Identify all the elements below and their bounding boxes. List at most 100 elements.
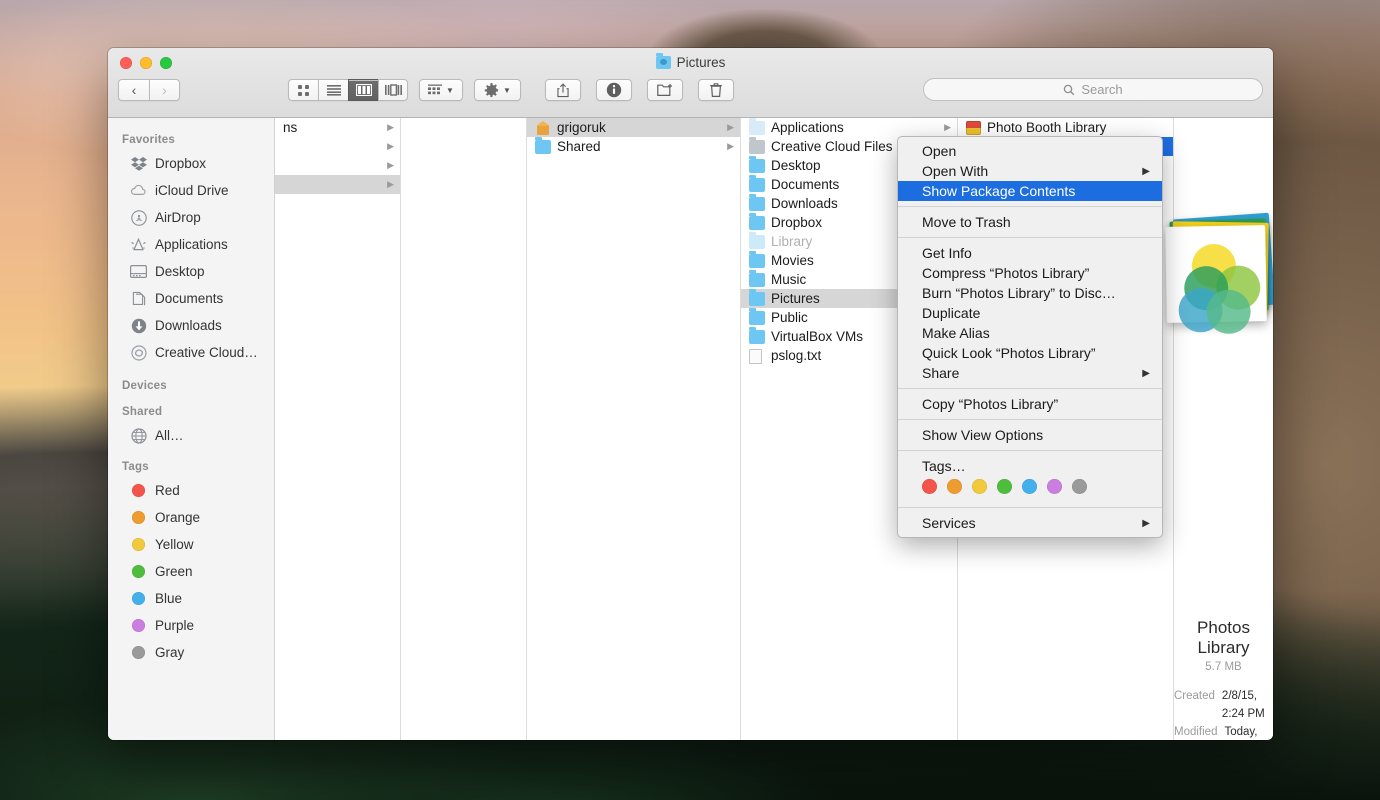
menu-item-services[interactable]: Services ▶ [898, 513, 1162, 533]
list-item[interactable]: Shared ▶ [527, 136, 740, 156]
menu-item-label: Quick Look “Photos Library” [922, 345, 1096, 361]
network-globe-icon [130, 427, 147, 444]
cover-flow-view-button[interactable] [378, 79, 408, 101]
menu-item-make-alias[interactable]: Make Alias [898, 323, 1162, 343]
list-view-button[interactable] [318, 79, 348, 101]
menu-item-share[interactable]: Share ▶ [898, 363, 1162, 383]
folder-icon [749, 193, 765, 211]
action-menu[interactable]: ▼ [474, 79, 521, 103]
list-item-label: Photo Booth Library [987, 120, 1107, 135]
gear-icon [484, 82, 499, 97]
delete-button[interactable] [698, 79, 734, 103]
browser-column-1[interactable] [401, 118, 527, 740]
arrange-menu[interactable]: ▼ [419, 79, 463, 101]
back-button[interactable]: ‹ [118, 79, 149, 101]
menu-item-duplicate[interactable]: Duplicate [898, 303, 1162, 323]
sidebar-item-all[interactable]: All… [108, 422, 274, 449]
tag-swatch-red[interactable] [922, 479, 937, 494]
folder-icon [749, 212, 765, 230]
menu-item-quick-look[interactable]: Quick Look “Photos Library” [898, 343, 1162, 363]
search-input[interactable]: Search [923, 78, 1263, 101]
sidebar-section-tags: Tags [122, 461, 149, 473]
folder-icon [535, 136, 551, 154]
menu-item-show-package-contents[interactable]: Show Package Contents [898, 181, 1162, 201]
folder-icon [749, 174, 765, 192]
forward-button[interactable]: › [149, 79, 180, 101]
menu-item-label: Tags… [922, 458, 966, 474]
sidebar-tag-orange[interactable]: Orange [108, 504, 274, 531]
tag-swatch-green[interactable] [997, 479, 1012, 494]
new-folder-button[interactable] [647, 79, 683, 102]
menu-item-show-view-options[interactable]: Show View Options [898, 425, 1162, 445]
list-item-label: grigoruk [557, 120, 606, 135]
sidebar-item-label: Green [155, 564, 193, 579]
sidebar-tag-yellow[interactable]: Yellow [108, 531, 274, 558]
browser-column-2[interactable]: grigoruk ▶ Shared ▶ [527, 118, 741, 740]
sidebar-item-dropbox[interactable]: Dropbox [108, 150, 274, 177]
menu-separator [898, 419, 1162, 420]
browser-column-0[interactable]: ns ▶ ▶ ▶ ▶ [275, 118, 401, 740]
list-item-selected[interactable]: ▶ [275, 175, 400, 194]
submenu-arrow-icon: ▶ [1142, 517, 1150, 529]
sidebar-item-label: Blue [155, 591, 183, 606]
metadata-row: Modified Today, 10:57 AM [1174, 723, 1265, 740]
get-info-button[interactable] [596, 79, 632, 103]
menu-separator [898, 450, 1162, 451]
menu-item-label: Open [922, 143, 957, 159]
tag-swatch-yellow[interactable] [972, 479, 987, 494]
menu-item-copy[interactable]: Copy “Photos Library” [898, 394, 1162, 414]
menu-item-open-with[interactable]: Open With ▶ [898, 161, 1162, 181]
disclosure-arrow-icon: ▶ [727, 122, 734, 132]
menu-item-tags[interactable]: Tags… [898, 456, 1162, 476]
column-view-button[interactable] [348, 79, 378, 101]
sidebar-item-desktop[interactable]: Desktop [108, 258, 274, 285]
chevron-down-icon: ▼ [446, 85, 454, 95]
sidebar-item-label: Creative Cloud… [155, 345, 258, 360]
menu-item-move-to-trash[interactable]: Move to Trash [898, 212, 1162, 232]
tag-swatch-orange[interactable] [947, 479, 962, 494]
folder-icon [749, 155, 765, 173]
list-item[interactable]: Photo Booth Library [958, 118, 1173, 137]
list-item[interactable]: Applications ▶ [741, 118, 957, 137]
sidebar-tag-red[interactable]: Red [108, 477, 274, 504]
disclosure-arrow-icon: ▶ [387, 179, 394, 189]
menu-item-label: Burn “Photos Library” to Disc… [922, 285, 1116, 301]
sidebar: Favorites Dropbox iCloud Drive AirDrop A… [108, 118, 275, 740]
sidebar-item-label: Documents [155, 291, 224, 306]
list-item[interactable]: ▶ [275, 156, 400, 175]
tag-swatch-blue[interactable] [1022, 479, 1037, 494]
sidebar-item-creative-cloud[interactable]: Creative Cloud… [108, 339, 274, 366]
list-item-selected[interactable]: grigoruk ▶ [527, 118, 740, 137]
chevron-left-icon: ‹ [131, 82, 137, 98]
menu-item-label: Show Package Contents [922, 183, 1076, 199]
menu-item-label: Make Alias [922, 325, 990, 341]
share-button[interactable] [545, 79, 581, 103]
sidebar-tag-purple[interactable]: Purple [108, 612, 274, 639]
list-item[interactable]: ns ▶ [275, 118, 400, 137]
sidebar-tag-green[interactable]: Green [108, 558, 274, 585]
nav-buttons: ‹ › [118, 79, 180, 101]
sidebar-item-airdrop[interactable]: AirDrop [108, 204, 274, 231]
preview-pane: Photos Library 5.7 MB Created 2/8/15, 2:… [1164, 118, 1273, 740]
menu-item-open[interactable]: Open [898, 141, 1162, 161]
menu-item-get-info[interactable]: Get Info [898, 243, 1162, 263]
sidebar-tag-blue[interactable]: Blue [108, 585, 274, 612]
sidebar-item-label: Orange [155, 510, 201, 525]
sidebar-tag-gray[interactable]: Gray [108, 639, 274, 666]
sidebar-item-applications[interactable]: Applications [108, 231, 274, 258]
icon-view-button[interactable] [288, 79, 318, 101]
menu-item-compress[interactable]: Compress “Photos Library” [898, 263, 1162, 283]
tag-dot-yellow-icon [130, 536, 147, 553]
sidebar-item-documents[interactable]: Documents [108, 285, 274, 312]
sidebar-item-label: Red [155, 483, 180, 498]
disclosure-arrow-icon: ▶ [387, 160, 394, 170]
downloads-icon [130, 317, 147, 334]
sidebar-item-icloud-drive[interactable]: iCloud Drive [108, 177, 274, 204]
menu-item-label: Duplicate [922, 305, 981, 321]
menu-item-burn-to-disc[interactable]: Burn “Photos Library” to Disc… [898, 283, 1162, 303]
list-item[interactable]: ▶ [275, 137, 400, 156]
menu-item-label: Services [922, 515, 976, 531]
tag-swatch-gray[interactable] [1072, 479, 1087, 494]
tag-swatch-purple[interactable] [1047, 479, 1062, 494]
sidebar-item-downloads[interactable]: Downloads [108, 312, 274, 339]
